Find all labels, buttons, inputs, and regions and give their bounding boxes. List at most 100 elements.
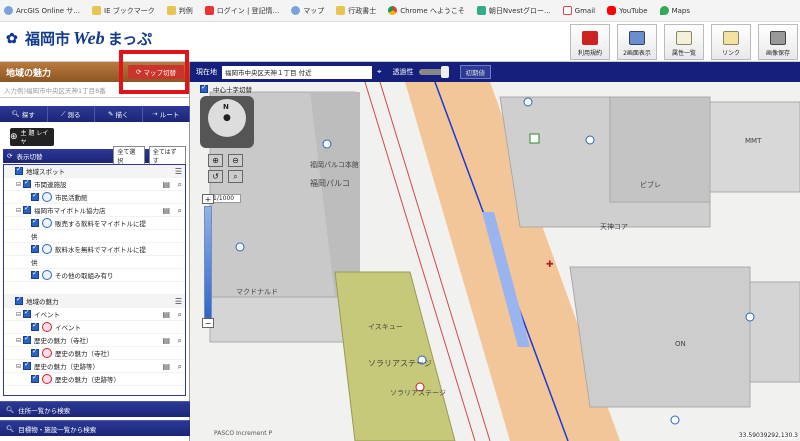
layer-checkbox[interactable] [31, 321, 39, 331]
collapse-icon[interactable]: ⊟ [15, 207, 22, 214]
zoom-in-icon[interactable]: ⊕ [208, 154, 223, 167]
attribute-list-button[interactable]: 属性一覧 [664, 24, 704, 60]
document-icon[interactable]: ▤ [162, 310, 170, 319]
layer-checkbox[interactable] [23, 334, 31, 344]
zoom-icon[interactable]: ⌕ [178, 310, 182, 320]
layer-symbol-icon [42, 192, 52, 202]
layer-tree-row[interactable]: ⊟ 歴史の魅力（史跡等） ⌕ ▤ [4, 360, 185, 373]
layer-checkbox[interactable] [31, 269, 39, 279]
layer-tree-row[interactable]: ⊟ イベント ⌕ ▤ [4, 308, 185, 321]
deselect-all-button[interactable]: 全てはずす [148, 146, 186, 166]
bookmark-item[interactable]: Gmail [562, 6, 595, 15]
menu-icon[interactable]: ☰ [175, 297, 182, 306]
zoom-icon[interactable]: ⌕ [178, 206, 182, 216]
rotate-icon[interactable]: ↺ [208, 170, 223, 183]
layer-tree-row[interactable]: 供 [4, 256, 185, 269]
bookmark-item[interactable]: Chrome へようこそ [388, 6, 465, 16]
two-screen-button[interactable]: 2画面表示 [617, 24, 657, 60]
layer-tree-row[interactable]: 販売する飲料をマイボトルに提 [4, 217, 185, 230]
layer-tree-row[interactable]: ⊟ 市関連施設 ⌕ ▤ [4, 178, 185, 191]
map-switch-button[interactable]: ⟳ マップ切替 [128, 65, 184, 79]
layer-tree-row[interactable]: 歴史の魅力（史跡等） [4, 373, 185, 386]
document-icon[interactable]: ▤ [162, 180, 170, 189]
layer-tree-row[interactable]: イベント [4, 321, 185, 334]
display-toggle-header: ⟳ 表示切替 全て選択 全てはずす [3, 146, 186, 166]
collapse-icon[interactable]: ⊟ [15, 363, 22, 370]
menu-icon[interactable]: ☰ [175, 167, 182, 176]
layer-checkbox[interactable] [31, 191, 39, 201]
draw-tool[interactable]: ✎ 描く [95, 106, 143, 122]
bookmark-item[interactable]: YouTube [607, 6, 648, 15]
bookmark-item[interactable]: 判例 [166, 6, 193, 16]
collapse-icon[interactable]: ⊟ [15, 337, 22, 344]
zoom-plus-button[interactable]: + [202, 194, 214, 204]
layer-tree-row[interactable]: 地域スポット ☰ [4, 165, 185, 178]
save-image-button[interactable]: 画像保存 [758, 24, 798, 60]
route-tool[interactable]: ⇢ ルート [143, 106, 190, 122]
bookmark-item[interactable]: マップ [291, 6, 324, 16]
zoom-out-icon[interactable]: ⊖ [228, 154, 243, 167]
landmark-list-search[interactable]: 🔍︎ 目標物・施設一覧から検索 [0, 420, 190, 436]
document-icon[interactable]: ▤ [162, 362, 170, 371]
search-icon: 🔍︎ [6, 405, 15, 414]
bookmark-item[interactable]: IE ブックマーク [92, 6, 155, 16]
layer-tree-row[interactable]: 地域の魅力 ☰ [4, 295, 185, 308]
layer-tree-row[interactable]: 供 [4, 230, 185, 243]
crosshair-icon[interactable]: ⌖ [377, 67, 382, 77]
map-canvas[interactable]: ✚ 福岡パルコ本館 福岡パルコ マクドナルド イスキュー ソラリアステージ ソラ… [190, 82, 800, 441]
document-icon[interactable]: ▤ [162, 336, 170, 345]
bookmark-item[interactable]: Maps [659, 6, 690, 15]
location-input[interactable] [222, 65, 372, 79]
center-cross-toggle[interactable]: 中心十字切替 [190, 82, 252, 96]
layer-symbol-icon [42, 218, 52, 228]
measure-tool[interactable]: ⟋ 測る [48, 106, 95, 122]
map-label: MMT [745, 137, 762, 145]
bookmark-item[interactable]: 朝日Nvestグロー... [476, 6, 551, 16]
theme-layer-button[interactable]: ⊕ 主 題 レイヤ [10, 128, 54, 146]
compass-icon[interactable]: N ● [208, 99, 246, 137]
address-list-search[interactable]: 🔍︎ 住所一覧から検索 [0, 401, 190, 417]
zoom-minus-button[interactable]: − [202, 318, 214, 328]
opacity-label: 透過性 [392, 68, 414, 76]
layer-checkbox[interactable] [31, 217, 39, 227]
layer-checkbox[interactable] [23, 178, 31, 188]
terms-button[interactable]: 利用規約 [570, 24, 610, 60]
layer-tree-row[interactable] [4, 282, 185, 295]
site-logo[interactable]: ✿ 福岡市 Web まっぷ [6, 28, 152, 49]
layer-tree-row[interactable]: 市民活動館 [4, 191, 185, 204]
layer-checkbox[interactable] [15, 295, 23, 305]
bookmark-item[interactable]: 行政書士 [336, 6, 376, 16]
zoom-icon[interactable]: ⌕ [178, 180, 182, 190]
zoom-area-icon[interactable]: ⌕ [228, 170, 243, 183]
address-search-input[interactable]: 入力例)福岡市中央区天神1丁目8番 [0, 82, 189, 98]
layer-checkbox[interactable] [23, 360, 31, 370]
bookmark-item[interactable]: ログイン | 登記情... [204, 6, 279, 16]
zoom-icon[interactable]: ⌕ [178, 362, 182, 372]
center-cross-checkbox[interactable] [200, 83, 208, 93]
layer-checkbox[interactable] [23, 308, 31, 318]
layer-tree-row[interactable]: ⊟ 福岡市マイボトル協力店 ⌕ ▤ [4, 204, 185, 217]
layer-checkbox[interactable] [23, 204, 31, 214]
layer-tree-row[interactable]: ⊟ 歴史の魅力（寺社） ⌕ ▤ [4, 334, 185, 347]
collapse-icon[interactable]: ⊟ [15, 311, 22, 318]
collapse-icon[interactable]: ⊟ [15, 181, 22, 188]
layer-tree-row[interactable]: 歴史の魅力（寺社） [4, 347, 185, 360]
layer-tree-row[interactable]: その他の取組み有り [4, 269, 185, 282]
link-button[interactable]: リンク [711, 24, 751, 60]
opacity-slider[interactable] [418, 66, 449, 78]
layer-checkbox[interactable] [15, 165, 23, 175]
bookmark-label: IE ブックマーク [104, 6, 155, 15]
select-all-button[interactable]: 全て選択 [113, 146, 145, 166]
bookmark-item[interactable]: ArcGIS Online サ... [4, 6, 80, 16]
zoom-icon[interactable]: ⌕ [178, 336, 182, 346]
layer-checkbox[interactable] [31, 373, 39, 383]
document-icon[interactable]: ▤ [162, 206, 170, 215]
layer-checkbox[interactable] [31, 243, 39, 253]
reset-button[interactable]: 初期値 [459, 65, 492, 79]
zoom-slider[interactable] [204, 206, 212, 324]
bookmark-label: 行政書士 [348, 6, 377, 15]
search-tool[interactable]: 🔍︎ 探す [0, 106, 48, 122]
pan-control[interactable]: N ● [200, 96, 254, 148]
layer-tree-row[interactable]: 飲料水を無料でマイボトルに提 [4, 243, 185, 256]
layer-checkbox[interactable] [31, 347, 39, 357]
